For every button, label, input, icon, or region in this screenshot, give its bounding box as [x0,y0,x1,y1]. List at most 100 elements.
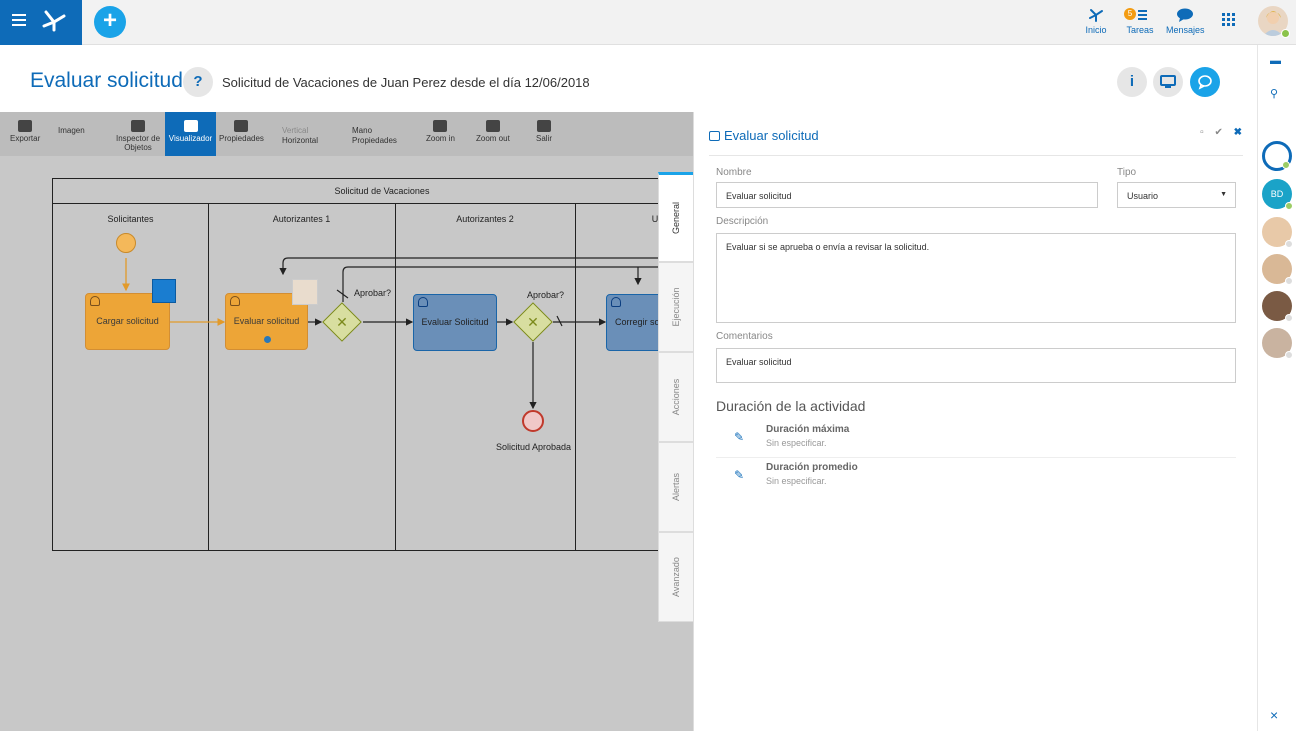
task-label: Cargar solicitud [96,316,159,326]
tab-general[interactable]: General [658,172,693,262]
app-logo-icon[interactable] [40,8,68,34]
chat-bubble-icon [1177,8,1193,22]
checkbox-icon [709,131,720,141]
horizontal-tool[interactable]: Horizontal [282,136,318,145]
image-tool[interactable]: Imagen [58,126,85,135]
check-icon[interactable]: ✔ [1214,127,1222,138]
divider [709,155,1243,156]
pencil-icon[interactable]: ✎ [734,430,744,444]
help-button[interactable]: ? [183,67,213,97]
tab-acciones[interactable]: Acciones [658,352,693,442]
object-inspector-label: Inspector de Objetos [115,134,161,152]
tipo-selected-value: Usuario [1127,191,1159,201]
end-event[interactable] [522,410,544,432]
tab-label: Acciones [671,378,681,416]
tab-label: Avanzado [671,557,681,597]
cube-icon [131,120,145,132]
bot-avatar[interactable] [1262,141,1292,171]
title-row: Evaluar solicitud ? Solicitud de Vacacio… [0,45,1257,112]
end-event-label: Solicitud Aprobada [496,442,572,452]
monitor-icon [1160,75,1176,88]
pool-title: Solicitud de Vacaciones [53,179,693,204]
search-icon[interactable]: ⚲ [1270,87,1278,100]
bpmn-pool[interactable]: Solicitud de Vacaciones Solicitantes Aut… [52,178,693,551]
user-task-icon [230,296,240,306]
close-rail-icon[interactable]: × [1270,707,1278,723]
duracion-value: Sin especificar. [766,438,827,448]
viewer-tool[interactable]: Visualizador [165,112,216,156]
chat-outline-icon [1198,75,1212,90]
duracion-promedio-row[interactable]: ✎ Duración promedio Sin especificar. [716,458,1236,496]
tab-avanzado[interactable]: Avanzado [658,532,693,622]
vertical-label: Vertical [282,126,309,135]
chat-icon[interactable]: ▬ [1270,55,1281,67]
start-event[interactable] [116,233,136,253]
tab-alertas[interactable]: Alertas [658,442,693,532]
lane-divider [575,204,576,551]
offline-indicator [1285,351,1293,359]
horizontal-label: Horizontal [282,136,319,145]
lane-divider [395,204,396,551]
exit-tool[interactable]: Salir [536,120,552,143]
contact-avatar[interactable] [1262,291,1293,322]
zoom-in-tool[interactable]: Zoom in [426,120,455,143]
user-task-icon [611,297,621,307]
tipo-select[interactable]: Usuario ▼ [1117,182,1236,208]
tipo-label: Tipo [1117,167,1137,178]
top-bar: + Inicio 5 Tareas Mensajes [0,0,1296,45]
duracion-title: Duración promedio [766,462,858,473]
offline-indicator [1285,277,1293,285]
task-corregir-solicitud[interactable]: Corregir so [606,294,666,351]
hand-label: Mano [352,126,373,135]
info-button[interactable]: i [1117,67,1147,97]
chevron-down-icon: ▼ [1220,191,1227,198]
hamburger-menu-icon[interactable] [12,14,26,26]
contact-initials: BD [1270,189,1284,199]
close-icon[interactable]: ✖ [1234,127,1242,138]
nombre-input[interactable]: Evaluar solicitud [716,182,1098,208]
zoom-in-label: Zoom in [426,134,455,143]
task-evaluar-solicitud-2[interactable]: Evaluar Solicitud [413,294,497,351]
pencil-icon[interactable]: ✎ [734,468,744,482]
zoom-in-icon [433,120,448,132]
duracion-maxima-row[interactable]: ✎ Duración máxima Sin especificar. [716,420,1236,458]
properties-tool[interactable]: Propiedades [219,120,264,143]
viewer-label: Visualizador [168,134,213,143]
nav-tareas[interactable]: 5 Tareas [1124,0,1156,45]
export-label: Exportar [10,134,41,143]
hand-properties-label: Propiedades [352,136,397,145]
comentarios-textarea[interactable]: Evaluar solicitud [716,348,1236,383]
zoom-out-tool[interactable]: Zoom out [476,120,510,143]
contact-avatar[interactable] [1262,254,1293,285]
home-logo-icon [1089,9,1103,22]
user-task-icon [90,296,100,306]
offline-indicator [1285,240,1293,248]
nav-tareas-label: Tareas [1126,25,1154,35]
tab-label: Ejecución [671,287,681,327]
tab-label: Alertas [671,472,681,502]
chat-button[interactable] [1190,67,1220,97]
offline-indicator [1285,314,1293,322]
gateway-label: Aprobar? [354,288,392,298]
save-icon[interactable]: ▫ [1200,127,1204,138]
export-tool[interactable]: Exportar [10,120,40,143]
tab-ejecucion[interactable]: Ejecución [658,262,693,352]
exit-label: Salir [536,134,553,143]
exclusive-x-icon: ✕ [527,314,539,330]
descripcion-label: Descripción [716,216,769,227]
descripcion-textarea[interactable]: Evaluar si se aprueba o envía a revisar … [716,233,1236,323]
hand-tool[interactable]: Mano [352,126,372,135]
add-button[interactable]: + [94,6,126,38]
hand-properties-tool[interactable]: Propiedades [352,136,397,145]
apps-grid-icon[interactable] [1222,13,1236,27]
contact-avatar[interactable] [1262,217,1293,248]
nav-mensajes-label: Mensajes [1166,25,1205,35]
vertical-tool: Vertical [282,126,308,135]
contact-avatar[interactable] [1262,328,1293,359]
object-inspector-tool[interactable]: Inspector de Objetos [114,120,162,152]
duracion-value: Sin especificar. [766,476,827,486]
contact-avatar-bd[interactable]: BD [1262,179,1293,210]
monitor-button[interactable] [1153,67,1183,97]
nav-mensajes[interactable]: Mensajes [1166,0,1205,45]
nav-inicio[interactable]: Inicio [1082,0,1110,45]
